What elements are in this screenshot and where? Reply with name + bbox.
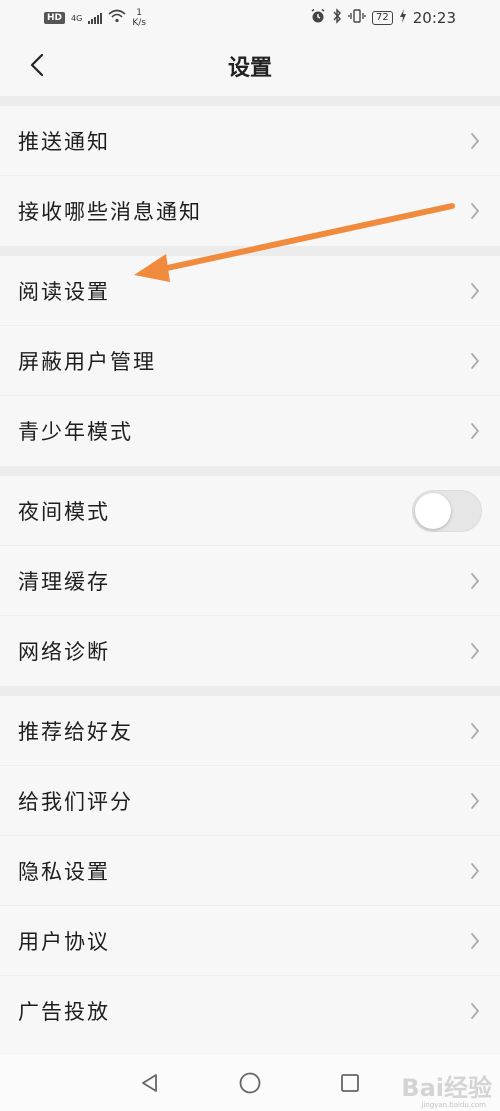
chevron-right-icon [468, 861, 482, 881]
nav-back-button[interactable] [135, 1068, 165, 1098]
section-divider [0, 96, 500, 106]
setting-label: 屏蔽用户管理 [18, 349, 156, 374]
setting-label: 给我们评分 [18, 789, 133, 814]
setting-ad-delivery[interactable]: 广告投放 [0, 976, 500, 1046]
chevron-right-icon [468, 791, 482, 811]
net-speed-value: 1 [136, 8, 142, 18]
settings-group-1: 推送通知 接收哪些消息通知 [0, 106, 500, 246]
setting-reading[interactable]: 阅读设置 [0, 256, 500, 326]
chevron-right-icon [468, 1001, 482, 1021]
chevron-right-icon [468, 931, 482, 951]
settings-group-4: 推荐给好友 给我们评分 隐私设置 用户协议 广告投放 [0, 696, 500, 1046]
setting-label: 清理缓存 [18, 569, 110, 594]
chevron-right-icon [468, 721, 482, 741]
setting-label: 用户协议 [18, 929, 110, 954]
setting-message-notifications[interactable]: 接收哪些消息通知 [0, 176, 500, 246]
triangle-back-icon [142, 1074, 157, 1092]
chevron-right-icon [468, 641, 482, 661]
wifi-icon [108, 9, 126, 27]
section-divider [0, 246, 500, 256]
status-left: HD 4G 1 K/s [44, 8, 146, 28]
chevron-left-icon [30, 53, 44, 77]
nav-home-button[interactable] [235, 1068, 265, 1098]
bluetooth-icon [332, 8, 342, 28]
setting-clear-cache[interactable]: 清理缓存 [0, 546, 500, 616]
setting-label: 广告投放 [18, 1000, 110, 1024]
setting-user-agreement[interactable]: 用户协议 [0, 906, 500, 976]
network-type: 4G [71, 13, 83, 23]
setting-rate-us[interactable]: 给我们评分 [0, 766, 500, 836]
setting-label: 阅读设置 [18, 279, 110, 304]
status-bar: HD 4G 1 K/s 72 20:23 [0, 0, 500, 36]
battery-icon: 72 [372, 11, 393, 25]
setting-teen-mode[interactable]: 青少年模式 [0, 396, 500, 466]
setting-label: 夜间模式 [18, 499, 110, 524]
settings-group-3: 夜间模式 清理缓存 网络诊断 [0, 476, 500, 686]
settings-group-2: 阅读设置 屏蔽用户管理 青少年模式 [0, 256, 500, 466]
watermark: Bai经验 jingyan.baidu.com [401, 1068, 492, 1109]
setting-label: 隐私设置 [18, 859, 110, 884]
page-title: 设置 [227, 56, 272, 81]
chevron-right-icon [468, 571, 482, 591]
charging-icon [399, 9, 407, 27]
setting-label: 网络诊断 [18, 640, 110, 664]
signal-icon [88, 12, 103, 24]
setting-label: 接收哪些消息通知 [18, 200, 202, 224]
chevron-right-icon [468, 201, 482, 221]
setting-network-diagnosis[interactable]: 网络诊断 [0, 616, 500, 686]
hd-badge: HD [44, 12, 66, 24]
clock: 20:23 [412, 9, 456, 27]
setting-night-mode: 夜间模式 [0, 476, 500, 546]
setting-label: 推送通知 [18, 129, 110, 154]
toggle-knob [415, 492, 451, 529]
setting-privacy[interactable]: 隐私设置 [0, 836, 500, 906]
net-speed-unit: K/s [132, 18, 146, 28]
net-speed: 1 K/s [132, 8, 146, 28]
chevron-right-icon [468, 351, 482, 371]
watermark-url: jingyan.baidu.com [421, 1101, 486, 1109]
chevron-right-icon [468, 131, 482, 151]
setting-label: 推荐给好友 [18, 719, 133, 744]
setting-blocked-users[interactable]: 屏蔽用户管理 [0, 326, 500, 396]
status-right: 72 20:23 [310, 8, 456, 28]
chevron-right-icon [468, 421, 482, 441]
watermark-logo: Bai经验 [401, 1074, 492, 1102]
setting-push-notifications[interactable]: 推送通知 [0, 106, 500, 176]
section-divider [0, 466, 500, 476]
section-divider [0, 686, 500, 696]
settings-list: 推送通知 接收哪些消息通知 阅读设置 屏蔽用户管理 青少年模式 夜间模式 清理缓… [0, 96, 500, 1046]
square-recents-icon [341, 1074, 359, 1092]
night-mode-toggle[interactable] [412, 489, 482, 532]
nav-recents-button[interactable] [335, 1068, 365, 1098]
chevron-right-icon [468, 281, 482, 301]
back-button[interactable] [22, 50, 52, 80]
header: 设置 [0, 36, 500, 96]
alarm-icon [310, 8, 326, 28]
circle-home-icon [239, 1072, 261, 1094]
setting-label: 青少年模式 [18, 420, 133, 444]
vibrate-icon [348, 8, 366, 28]
setting-recommend-friends[interactable]: 推荐给好友 [0, 696, 500, 766]
